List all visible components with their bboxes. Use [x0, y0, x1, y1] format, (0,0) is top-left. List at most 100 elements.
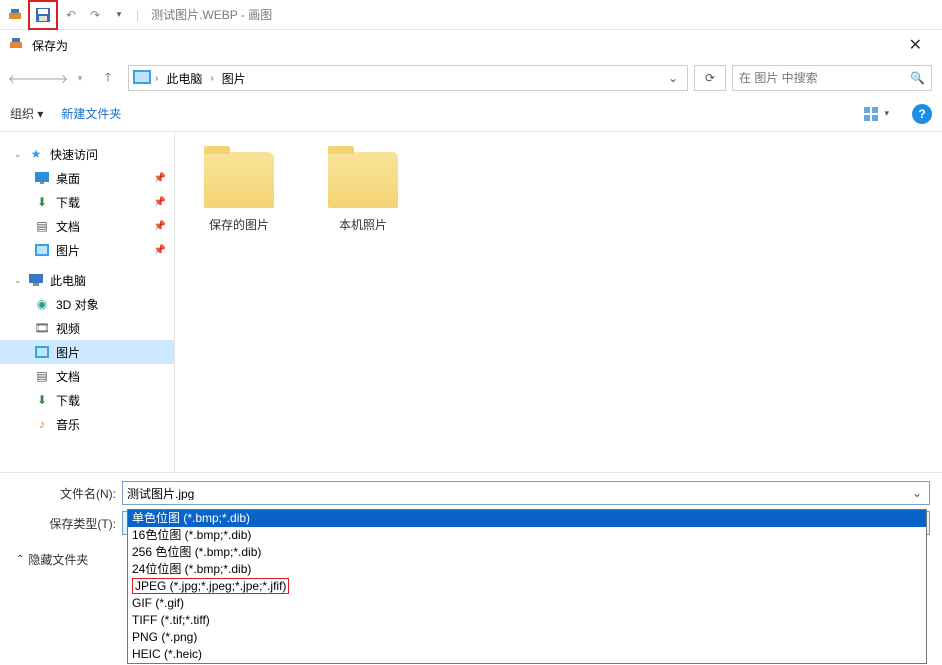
up-button[interactable]: 🡑 [94, 65, 122, 91]
search-input[interactable] [739, 71, 910, 85]
organize-menu[interactable]: 组织 ▾ [10, 105, 43, 122]
folder-content: 保存的图片 本机照片 [175, 132, 942, 472]
filename-label: 文件名(N): [12, 485, 122, 502]
pictures-icon [34, 242, 50, 258]
sidebar-documents-pc[interactable]: ▤ 文档 [0, 364, 174, 388]
paint-app-icon [4, 4, 26, 26]
filetype-label: 保存类型(T): [12, 515, 122, 532]
navigation-bar: 🡐 🡒 ▾ 🡑 › 此电脑 › 图片 ⌄ ⟳ 🔍 [0, 60, 942, 96]
folder-label: 保存的图片 [189, 216, 289, 233]
folder-icon [204, 152, 274, 208]
filetype-option[interactable]: PNG (*.png) [128, 629, 926, 646]
help-button[interactable]: ? [912, 104, 932, 124]
sidebar-documents[interactable]: ▤ 文档 📌 [0, 214, 174, 238]
new-folder-button[interactable]: 新建文件夹 [61, 105, 121, 122]
breadcrumb-this-pc[interactable]: 此电脑 [162, 68, 206, 89]
sidebar-downloads[interactable]: ⬇ 下载 📌 [0, 190, 174, 214]
chevron-right-icon[interactable]: › [210, 73, 213, 84]
paint-titlebar: ↶ ↷ ▾ | 测试图片.WEBP - 画图 [0, 0, 942, 30]
close-button[interactable]: ✕ [897, 31, 934, 59]
view-icon [864, 107, 880, 121]
star-icon: ★ [28, 146, 44, 162]
pin-icon: 📌 [154, 245, 166, 256]
address-bar[interactable]: › 此电脑 › 图片 ⌄ [128, 65, 688, 91]
pictures-icon [34, 344, 50, 360]
document-icon: ▤ [34, 368, 50, 384]
download-icon: ⬇ [34, 194, 50, 210]
sidebar-desktop[interactable]: 桌面 📌 [0, 166, 174, 190]
paint-app-icon [8, 36, 26, 54]
pictures-location-icon [133, 70, 151, 86]
search-box[interactable]: 🔍 [732, 65, 932, 91]
download-icon: ⬇ [34, 392, 50, 408]
toolbar: 组织 ▾ 新建文件夹 ▾ ? [0, 96, 942, 132]
sidebar-quick-access[interactable]: ⌄ ★ 快速访问 [0, 142, 174, 166]
video-icon: 🎞 [34, 320, 50, 336]
dialog-title-text: 保存为 [32, 37, 68, 54]
cube-icon: ◉ [34, 296, 50, 312]
qat-dropdown-icon[interactable]: ▾ [108, 4, 130, 26]
filetype-option-jpeg[interactable]: JPEG (*.jpg;*.jpeg;*.jpe;*.jfif) [128, 578, 926, 595]
save-icon[interactable] [32, 4, 54, 26]
filetype-option[interactable]: GIF (*.gif) [128, 595, 926, 612]
sidebar-pictures[interactable]: 图片 📌 [0, 238, 174, 262]
folder-camera-roll[interactable]: 本机照片 [313, 146, 413, 233]
filetype-option[interactable]: 24位位图 (*.bmp;*.dib) [128, 561, 926, 578]
filename-combo[interactable]: ⌄ [122, 481, 930, 505]
sidebar-label: 图片 [56, 344, 80, 361]
sidebar-pictures-pc[interactable]: 图片 [0, 340, 174, 364]
separator: | [136, 8, 139, 22]
filetype-dropdown: 单色位图 (*.bmp;*.dib) 16色位图 (*.bmp;*.dib) 2… [127, 509, 927, 664]
filetype-option[interactable]: 256 色位图 (*.bmp;*.dib) [128, 544, 926, 561]
filetype-option[interactable]: HEIC (*.heic) [128, 646, 926, 663]
sidebar-label: 图片 [56, 242, 80, 259]
chevron-right-icon[interactable]: › [155, 73, 158, 84]
recent-dropdown-icon[interactable]: ▾ [66, 65, 94, 91]
sidebar-label: 快速访问 [50, 146, 98, 163]
address-dropdown-icon[interactable]: ⌄ [663, 71, 683, 85]
sidebar-3d-objects[interactable]: ◉ 3D 对象 [0, 292, 174, 316]
sidebar-label: 3D 对象 [56, 296, 99, 313]
caret-icon: ⌄ [14, 275, 22, 286]
pin-icon: 📌 [154, 221, 166, 232]
pin-icon: 📌 [154, 173, 166, 184]
folder-label: 本机照片 [313, 216, 413, 233]
filetype-option[interactable]: TIFF (*.tif;*.tiff) [128, 612, 926, 629]
quick-access-toolbar: ↶ ↷ ▾ | [4, 0, 143, 30]
folder-saved-pictures[interactable]: 保存的图片 [189, 146, 289, 233]
refresh-button[interactable]: ⟳ [694, 65, 726, 91]
sidebar-label: 下载 [56, 194, 80, 211]
paint-window-title: 测试图片.WEBP - 画图 [151, 6, 272, 23]
breadcrumb-pictures[interactable]: 图片 [218, 68, 250, 89]
forward-button[interactable]: 🡒 [38, 65, 66, 91]
pc-icon [28, 272, 44, 288]
caret-icon: ⌄ [14, 149, 22, 160]
sidebar: ⌄ ★ 快速访问 桌面 📌 ⬇ 下载 📌 ▤ 文档 📌 图片 [0, 132, 175, 472]
sidebar-music[interactable]: ♪ 音乐 [0, 412, 174, 436]
chevron-down-icon[interactable]: ⌄ [909, 486, 925, 500]
search-icon[interactable]: 🔍 [910, 71, 925, 85]
sidebar-label: 音乐 [56, 416, 80, 433]
dialog-titlebar: 保存为 ✕ [0, 30, 942, 60]
sidebar-label: 文档 [56, 368, 80, 385]
undo-icon[interactable]: ↶ [60, 4, 82, 26]
sidebar-downloads-pc[interactable]: ⬇ 下载 [0, 388, 174, 412]
sidebar-this-pc[interactable]: ⌄ 此电脑 [0, 268, 174, 292]
redo-icon[interactable]: ↷ [84, 4, 106, 26]
view-options-button[interactable]: ▾ [859, 104, 894, 124]
filename-input[interactable] [127, 486, 909, 500]
folder-icon [328, 152, 398, 208]
sidebar-label: 视频 [56, 320, 80, 337]
back-button[interactable]: 🡐 [10, 65, 38, 91]
sidebar-label: 桌面 [56, 170, 80, 187]
sidebar-label: 下载 [56, 392, 80, 409]
hide-folders-label: 隐藏文件夹 [28, 551, 88, 568]
document-icon: ▤ [34, 218, 50, 234]
pin-icon: 📌 [154, 197, 166, 208]
filetype-option[interactable]: 16色位图 (*.bmp;*.dib) [128, 527, 926, 544]
filetype-option[interactable]: 单色位图 (*.bmp;*.dib) [128, 510, 926, 527]
save-button-highlight [28, 0, 58, 30]
sidebar-label: 此电脑 [50, 272, 86, 289]
sidebar-videos[interactable]: 🎞 视频 [0, 316, 174, 340]
music-icon: ♪ [34, 416, 50, 432]
